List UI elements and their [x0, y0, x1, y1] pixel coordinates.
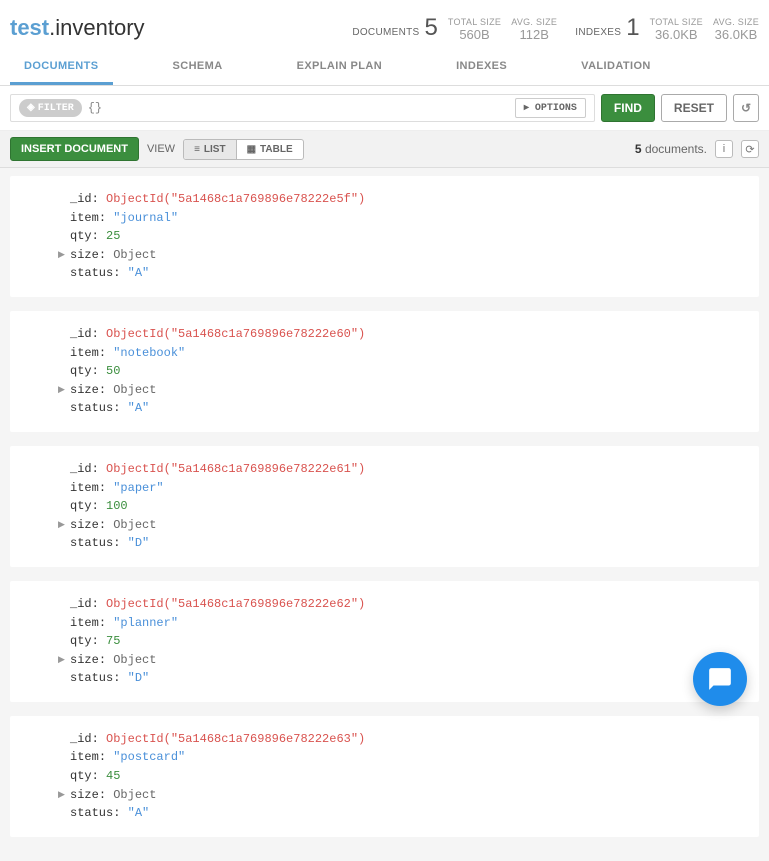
field-status: "A"	[128, 401, 150, 415]
field-size: Object	[113, 248, 156, 262]
refresh-icon: ⟳	[745, 143, 754, 156]
field-id: ObjectId("5a1468c1a769896e78222e60")	[106, 327, 365, 341]
db-name: test	[10, 15, 49, 40]
collection-name: .inventory	[49, 15, 144, 40]
options-button[interactable]: ▸ OPTIONS	[515, 98, 586, 118]
field-status: "A"	[128, 806, 150, 820]
documents-total-size: 560B	[459, 28, 489, 42]
view-table-button[interactable]: ▦TABLE	[236, 140, 303, 159]
document-card[interactable]: _id: ObjectId("5a1468c1a769896e78222e5f"…	[10, 176, 759, 297]
indexes-avg-size: 36.0KB	[715, 28, 758, 42]
history-button[interactable]: ↺	[733, 94, 759, 122]
document-card[interactable]: _id: ObjectId("5a1468c1a769896e78222e61"…	[10, 446, 759, 567]
chat-fab[interactable]	[693, 652, 747, 706]
field-qty: 100	[106, 499, 128, 513]
documents-avg-size: 112B	[520, 28, 549, 42]
namespace-title: test.inventory	[10, 15, 145, 41]
field-status: "D"	[128, 671, 150, 685]
view-label: VIEW	[147, 143, 175, 155]
field-qty: 50	[106, 364, 120, 378]
field-item: "planner"	[113, 616, 178, 630]
field-id: ObjectId("5a1468c1a769896e78222e62")	[106, 597, 365, 611]
documents-stat: DOCUMENTS 5 TOTAL SIZE560B AVG. SIZE112B	[352, 14, 557, 42]
refresh-button[interactable]: ⟳	[741, 140, 759, 158]
toolbar: INSERT DOCUMENT VIEW ≡LIST ▦TABLE 5 docu…	[0, 131, 769, 168]
tab-schema[interactable]: SCHEMA	[159, 50, 237, 85]
history-icon: ↺	[741, 101, 751, 115]
field-id: ObjectId("5a1468c1a769896e78222e63")	[106, 732, 365, 746]
indexes-count: 1	[626, 14, 639, 42]
result-count: 5 documents.	[635, 142, 707, 156]
header: test.inventory DOCUMENTS 5 TOTAL SIZE560…	[0, 0, 769, 50]
indexes-total-size: 36.0KB	[655, 28, 698, 42]
expand-icon[interactable]: ▶	[58, 384, 65, 398]
filter-bar: ◈FILTER {} ▸ OPTIONS FIND RESET ↺	[0, 86, 769, 131]
tab-documents[interactable]: DOCUMENTS	[10, 50, 113, 85]
field-qty: 75	[106, 634, 120, 648]
expand-icon[interactable]: ▶	[58, 249, 65, 263]
stats: DOCUMENTS 5 TOTAL SIZE560B AVG. SIZE112B…	[352, 14, 759, 42]
tabs: DOCUMENTS SCHEMA EXPLAIN PLAN INDEXES VA…	[0, 50, 769, 86]
expand-icon[interactable]: ▶	[58, 789, 65, 803]
filter-placeholder: {}	[88, 101, 102, 115]
filter-pill[interactable]: ◈FILTER	[19, 99, 82, 117]
field-status: "A"	[128, 266, 150, 280]
table-icon: ▦	[247, 144, 256, 155]
field-status: "D"	[128, 536, 150, 550]
tab-validation[interactable]: VALIDATION	[567, 50, 665, 85]
view-list-button[interactable]: ≡LIST	[184, 140, 236, 159]
chat-icon	[707, 666, 733, 692]
indexes-label: INDEXES	[575, 27, 621, 38]
documents-count: 5	[424, 14, 437, 42]
field-size: Object	[113, 788, 156, 802]
field-id: ObjectId("5a1468c1a769896e78222e61")	[106, 462, 365, 476]
field-id: ObjectId("5a1468c1a769896e78222e5f")	[106, 192, 365, 206]
reset-button[interactable]: RESET	[661, 94, 727, 122]
info-icon: i	[723, 143, 725, 155]
field-size: Object	[113, 518, 156, 532]
field-item: "journal"	[113, 211, 178, 225]
field-qty: 45	[106, 769, 120, 783]
find-button[interactable]: FIND	[601, 94, 655, 122]
view-toggle: ≡LIST ▦TABLE	[183, 139, 304, 160]
document-card[interactable]: _id: ObjectId("5a1468c1a769896e78222e63"…	[10, 716, 759, 837]
field-item: "postcard"	[113, 750, 185, 764]
field-qty: 25	[106, 229, 120, 243]
document-card[interactable]: _id: ObjectId("5a1468c1a769896e78222e62"…	[10, 581, 759, 702]
field-item: "notebook"	[113, 346, 185, 360]
funnel-icon: ◈	[27, 102, 35, 114]
tab-explain-plan[interactable]: EXPLAIN PLAN	[283, 50, 396, 85]
filter-input[interactable]: ◈FILTER {} ▸ OPTIONS	[10, 94, 595, 122]
tab-indexes[interactable]: INDEXES	[442, 50, 521, 85]
documents-list: _id: ObjectId("5a1468c1a769896e78222e5f"…	[0, 168, 769, 861]
list-icon: ≡	[194, 144, 200, 155]
info-button[interactable]: i	[715, 140, 733, 158]
expand-icon[interactable]: ▶	[58, 519, 65, 533]
insert-document-button[interactable]: INSERT DOCUMENT	[10, 137, 139, 161]
indexes-stat: INDEXES 1 TOTAL SIZE36.0KB AVG. SIZE36.0…	[575, 14, 759, 42]
field-item: "paper"	[113, 481, 163, 495]
document-card[interactable]: _id: ObjectId("5a1468c1a769896e78222e60"…	[10, 311, 759, 432]
documents-label: DOCUMENTS	[352, 27, 419, 38]
field-size: Object	[113, 653, 156, 667]
expand-icon[interactable]: ▶	[58, 654, 65, 668]
field-size: Object	[113, 383, 156, 397]
